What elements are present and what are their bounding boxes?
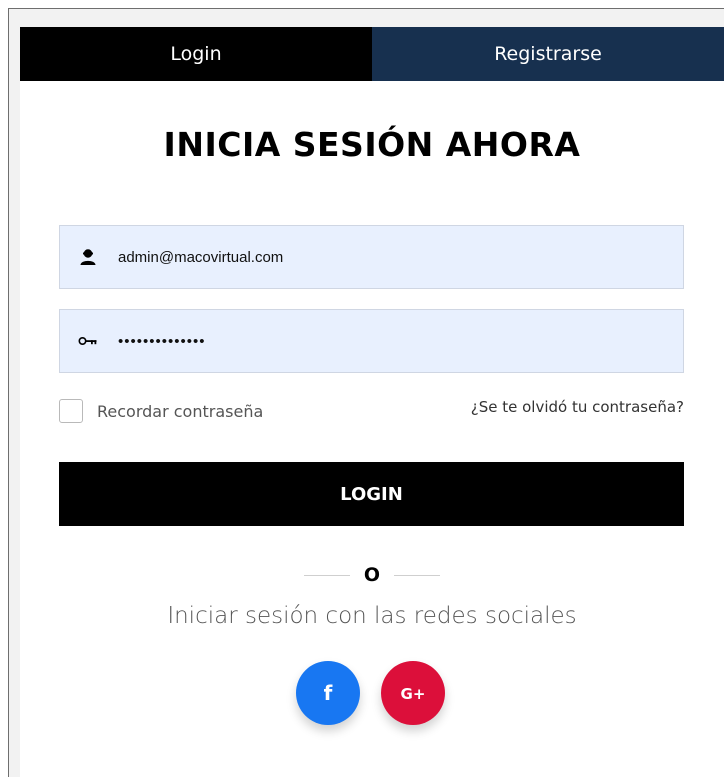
facebook-icon-glyph: f xyxy=(324,682,333,704)
email-input[interactable] xyxy=(118,248,638,266)
tab-login[interactable]: Login xyxy=(20,27,372,81)
auth-tabs: Login Registrarse xyxy=(20,27,724,81)
google-plus-icon-glyph: G+ xyxy=(401,685,426,703)
login-card: Login Registrarse INICIA SESIÓN AHORA Re… xyxy=(20,27,724,777)
facebook-icon: f xyxy=(324,682,333,704)
forgot-password-link[interactable]: ¿Se te olvidó tu contraseña? xyxy=(471,398,684,416)
tab-register[interactable]: Registrarse xyxy=(372,27,724,81)
key-icon xyxy=(78,331,98,351)
login-button[interactable]: LOGIN xyxy=(59,462,684,526)
remember-label: Recordar contraseña xyxy=(97,401,264,421)
divider-line-left xyxy=(303,574,350,576)
email-field[interactable] xyxy=(59,225,684,289)
social-login-text: Iniciar sesión con las redes sociales xyxy=(167,603,577,629)
or-divider: O xyxy=(20,563,724,587)
google-plus-icon: G+ xyxy=(401,685,426,703)
user-icon xyxy=(78,247,98,267)
remember-checkbox[interactable] xyxy=(59,399,83,423)
divider-line-right xyxy=(394,574,441,576)
divider-text: O xyxy=(363,564,381,586)
remember-password[interactable]: Recordar contraseña xyxy=(59,399,263,423)
password-field[interactable] xyxy=(59,309,684,373)
facebook-login-button[interactable]: f xyxy=(296,661,360,725)
password-input[interactable] xyxy=(118,332,638,350)
page-title: INICIA SESIÓN AHORA xyxy=(163,125,581,164)
google-plus-login-button[interactable]: G+ xyxy=(381,661,445,725)
